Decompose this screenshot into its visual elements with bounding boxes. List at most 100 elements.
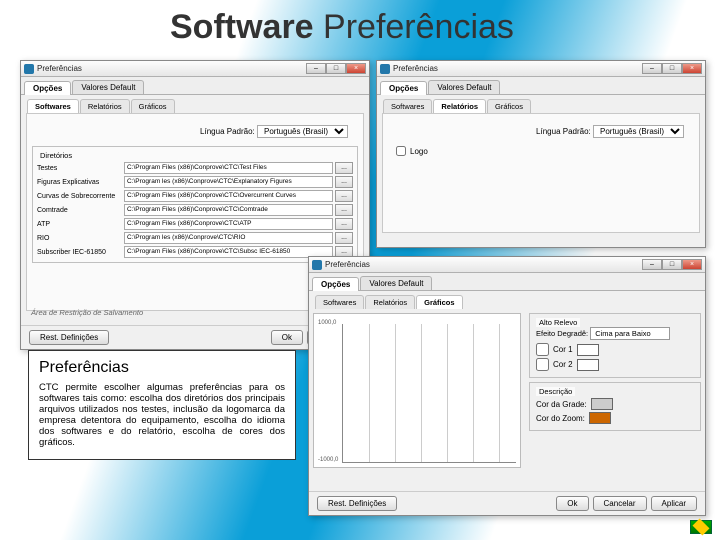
minimize-button[interactable]: – xyxy=(642,259,662,270)
tab-opcoes[interactable]: Opções xyxy=(24,81,71,95)
tabstrip: Opções Valores Default xyxy=(21,77,369,95)
button-bar: Rest. Definições Ok Cancelar Aplicar xyxy=(309,491,705,515)
directory-path-input[interactable]: C:\Program les (x86)\Conprove\CTC\RIO xyxy=(124,232,333,244)
title-rest: Preferências xyxy=(314,8,514,46)
browse-button[interactable]: ... xyxy=(335,204,353,216)
minimize-button[interactable]: – xyxy=(306,63,326,74)
maximize-button[interactable]: □ xyxy=(326,63,346,74)
directory-path-input[interactable]: C:\Program les (x86)\Conprove\CTC\Explan… xyxy=(124,176,333,188)
cor2-label: Cor 2 xyxy=(553,360,573,369)
titlebar[interactable]: Preferências – □ × xyxy=(21,61,369,77)
subtab-softwares[interactable]: Softwares xyxy=(383,99,432,113)
title-bold: Software xyxy=(170,8,314,46)
logo-checkbox[interactable] xyxy=(396,146,406,156)
subtab-softwares[interactable]: Softwares xyxy=(315,295,364,309)
tab-opcoes[interactable]: Opções xyxy=(380,81,427,95)
panel-graficos: 1000,0 -1000,0 Alto Relevo Efeito Degrad… xyxy=(309,309,705,499)
directory-label: ATP xyxy=(37,221,122,228)
apply-button[interactable]: Aplicar xyxy=(651,496,697,511)
tab-valores-default[interactable]: Valores Default xyxy=(428,80,500,94)
window-caption: Preferências xyxy=(325,260,642,269)
directories-legend: Diretórios xyxy=(37,151,75,160)
app-icon xyxy=(312,260,322,270)
alpha-mode-select[interactable]: Cima para Baixo xyxy=(590,327,670,340)
directory-path-input[interactable]: C:\Program Files (x86)\Conprove\CTC\ATP xyxy=(124,218,333,230)
language-row: Língua Padrão: Português (Brasil) xyxy=(32,119,358,142)
subtabstrip: Softwares Relatórios Gráficos xyxy=(309,291,705,309)
chart-grid xyxy=(342,324,516,463)
titlebar[interactable]: Preferências – □ × xyxy=(377,61,705,77)
directories-group: Diretórios TestesC:\Program Files (x86)\… xyxy=(32,146,358,263)
restore-defaults-button[interactable]: Rest. Definições xyxy=(29,330,109,345)
window-caption: Preferências xyxy=(37,64,306,73)
tabstrip: Opções Valores Default xyxy=(309,273,705,291)
zoom-color-swatch[interactable] xyxy=(589,412,611,424)
grid-color-label: Cor da Grade: xyxy=(536,400,587,409)
browse-button[interactable]: ... xyxy=(335,176,353,188)
subtab-relatorios[interactable]: Relatórios xyxy=(433,99,486,113)
directory-label: Testes xyxy=(37,165,122,172)
subtab-relatorios[interactable]: Relatórios xyxy=(80,99,130,113)
cor1-label: Cor 1 xyxy=(553,345,573,354)
directory-label: Subscriber IEC-61850 xyxy=(37,249,122,256)
subtab-graficos[interactable]: Gráficos xyxy=(416,295,462,309)
subtab-graficos[interactable]: Gráficos xyxy=(131,99,175,113)
directory-path-input[interactable]: C:\Program Files (x86)\Conprove\CTC\Subs… xyxy=(124,246,333,258)
grid-color-swatch[interactable] xyxy=(591,398,613,410)
browse-button[interactable]: ... xyxy=(335,190,353,202)
alpha-mode-label: Efeito Degradê: xyxy=(536,329,588,338)
maximize-button[interactable]: □ xyxy=(662,63,682,74)
chart-preview: 1000,0 -1000,0 xyxy=(313,313,521,468)
browse-button[interactable]: ... xyxy=(335,162,353,174)
ok-button[interactable]: Ok xyxy=(556,496,588,511)
subtab-relatorios[interactable]: Relatórios xyxy=(365,295,415,309)
directory-label: Curvas de Sobrecorrente xyxy=(37,193,122,200)
language-select[interactable]: Português (Brasil) xyxy=(593,125,684,138)
directory-row: ComtradeC:\Program Files (x86)\Conprove\… xyxy=(37,204,353,216)
zoom-color-label: Cor do Zoom: xyxy=(536,414,585,423)
directory-path-input[interactable]: C:\Program Files (x86)\Conprove\CTC\Comt… xyxy=(124,204,333,216)
directory-path-input[interactable]: C:\Program Files (x86)\Conprove\CTC\Over… xyxy=(124,190,333,202)
restore-defaults-button[interactable]: Rest. Definições xyxy=(317,496,397,511)
close-button[interactable]: × xyxy=(346,63,366,74)
app-icon xyxy=(24,64,34,74)
browse-button[interactable]: ... xyxy=(335,232,353,244)
alpha-group: Alto Relevo Efeito Degradê: Cima para Ba… xyxy=(529,313,701,378)
tab-valores-default[interactable]: Valores Default xyxy=(360,276,432,290)
directory-label: Comtrade xyxy=(37,207,122,214)
directory-row: RIOC:\Program les (x86)\Conprove\CTC\RIO… xyxy=(37,232,353,244)
cor2-checkbox[interactable] xyxy=(536,358,549,371)
tabstrip: Opções Valores Default xyxy=(377,77,705,95)
language-label: Língua Padrão: xyxy=(200,127,255,136)
ylabel-top: 1000,0 xyxy=(318,320,336,326)
brazil-flag-icon xyxy=(690,520,712,534)
language-select[interactable]: Português (Brasil) xyxy=(257,125,348,138)
maximize-button[interactable]: □ xyxy=(662,259,682,270)
ok-button[interactable]: Ok xyxy=(271,330,303,345)
cor1-swatch[interactable] xyxy=(577,344,599,356)
titlebar[interactable]: Preferências – □ × xyxy=(309,257,705,273)
tab-valores-default[interactable]: Valores Default xyxy=(72,80,144,94)
tab-opcoes[interactable]: Opções xyxy=(312,277,359,291)
language-label: Língua Padrão: xyxy=(536,127,591,136)
explain-box: Preferências CTC permite escolher alguma… xyxy=(28,350,296,460)
close-button[interactable]: × xyxy=(682,259,702,270)
cor2-swatch[interactable] xyxy=(577,359,599,371)
cancel-button[interactable]: Cancelar xyxy=(593,496,647,511)
desc-legend: Descrição xyxy=(536,387,575,396)
browse-button[interactable]: ... xyxy=(335,218,353,230)
subtab-graficos[interactable]: Gráficos xyxy=(487,99,531,113)
ylabel-bot: -1000,0 xyxy=(318,457,338,463)
close-button[interactable]: × xyxy=(682,63,702,74)
directory-row: ATPC:\Program Files (x86)\Conprove\CTC\A… xyxy=(37,218,353,230)
directory-label: Figuras Explicativas xyxy=(37,179,122,186)
minimize-button[interactable]: – xyxy=(642,63,662,74)
directory-path-input[interactable]: C:\Program Files (x86)\Conprove\CTC\Test… xyxy=(124,162,333,174)
cor1-checkbox[interactable] xyxy=(536,343,549,356)
panel-relatorios: Língua Padrão: Português (Brasil) Logo xyxy=(382,113,700,233)
save-restriction-note: Área de Restrição de Salvamento xyxy=(31,308,143,317)
subtab-softwares[interactable]: Softwares xyxy=(27,99,79,113)
explain-heading: Preferências xyxy=(39,359,285,377)
prefs-window-relatorios: Preferências – □ × Opções Valores Defaul… xyxy=(376,60,706,248)
explain-body: CTC permite escolher algumas preferência… xyxy=(39,383,285,449)
